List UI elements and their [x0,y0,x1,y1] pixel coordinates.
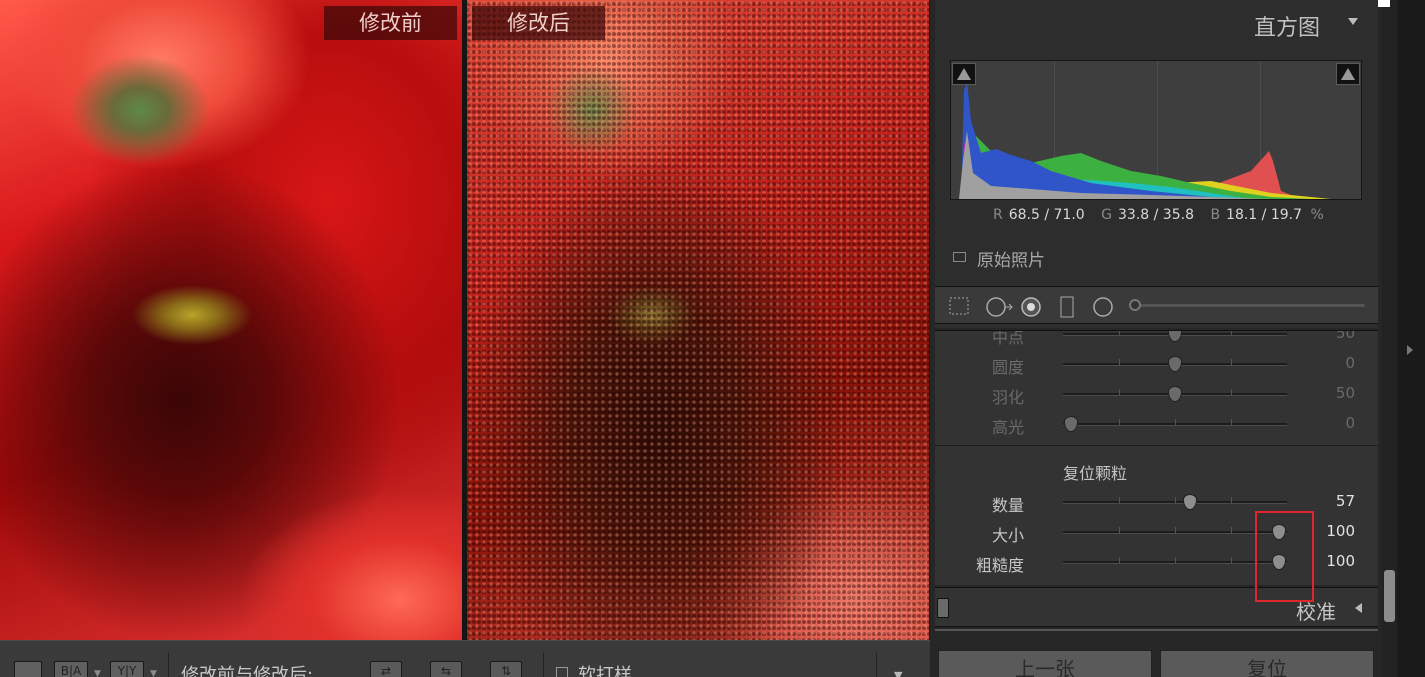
before-image[interactable] [0,0,462,640]
copy-before-to-after-button[interactable]: ⇄ [370,661,402,677]
brush-slider-track[interactable] [1135,304,1365,307]
r-label: R [993,207,1003,223]
yy-view-button[interactable]: Y|Y [110,661,144,677]
slider-track[interactable] [1063,554,1287,570]
toolbar-divider [543,653,544,677]
histogram-readout: R 68.5 / 71.0 G 33.8 / 35.8 B 18.1 / 19.7 % [993,207,1330,223]
slider-knob[interactable] [1168,331,1182,342]
g-value: 33.8 / 35.8 [1118,207,1194,223]
slider-value[interactable]: 50 [1295,384,1355,402]
vignette-highlights-row[interactable]: 高光 0 [935,412,1378,437]
slider-track[interactable] [1063,494,1287,510]
toolbar-divider [876,653,877,677]
histogram-panel: 直方图 R 68.5 / 71.0 G 33.8 / 35.8 B 18.1 / 19… [935,0,1378,328]
panel-end-divider [935,629,1378,631]
slider-knob[interactable] [1182,494,1197,510]
r-value: 68.5 / 71.0 [1008,207,1085,223]
toolbar-menu-chevron-icon[interactable]: ▼ [894,669,902,677]
slider-label: 高光 [991,418,1024,437]
annotation-highlight-box [1255,511,1314,602]
collapse-right-panel-icon[interactable] [1407,345,1413,355]
section-divider [935,445,1378,446]
vignette-roundness-row[interactable]: 圆度 0 [935,352,1378,377]
original-photo-checkbox[interactable] [953,252,966,262]
histogram-title[interactable]: 直方图 [1254,10,1320,42]
loupe-view-button[interactable] [14,661,42,677]
slider-knob[interactable] [1064,416,1078,432]
slider-track[interactable] [1063,356,1287,372]
soft-proof-label: 软打样 [578,665,632,677]
vignette-midpoint-row[interactable]: 中点 50 [935,331,1378,347]
slider-track[interactable] [1063,386,1287,402]
shadow-clipping-icon[interactable] [952,63,976,85]
histogram-chart[interactable] [950,60,1362,200]
slider-knob[interactable] [1168,386,1182,402]
slider-track[interactable] [1063,331,1287,342]
b-label: B [1210,207,1221,223]
chevron-down-icon[interactable]: ▼ [94,669,101,677]
slider-label: 羽化 [991,388,1024,407]
grain-title[interactable]: 复位颗粒 [1063,460,1127,484]
slider-label: 中点 [991,331,1024,347]
reset-button[interactable]: 复位 [1160,650,1374,677]
brush-slider-icon[interactable] [1129,299,1141,311]
slider-value[interactable]: 57 [1295,492,1355,510]
slider-label: 粗糙度 [975,556,1024,575]
swap-settings-button[interactable]: ⇅ [490,661,522,677]
toolbar-divider [168,653,169,677]
compare-label: 修改前与修改后: [181,665,314,677]
panel-scrollbar-thumb[interactable] [1384,570,1395,622]
spot-removal-icon[interactable] [985,296,1015,318]
red-eye-icon[interactable] [1020,296,1044,318]
histogram-curves [959,81,1331,199]
after-label: 修改后 [472,6,605,40]
b-value: 18.1 / 19.7 [1226,207,1303,223]
slider-value[interactable]: 0 [1295,414,1355,432]
slider-track[interactable] [1063,416,1287,432]
collapse-triangle-icon[interactable] [1348,18,1358,25]
slider-label: 圆度 [991,358,1024,377]
slider-value[interactable]: 0 [1295,354,1355,372]
before-label: 修改前 [324,6,457,40]
after-image[interactable] [467,0,929,640]
slider-label: 大小 [991,526,1024,545]
original-photo-label: 原始照片 [977,251,1045,271]
tool-strip [935,286,1378,324]
slider-knob[interactable] [1168,356,1182,372]
slider-value[interactable]: 50 [1295,331,1355,342]
chevron-down-icon[interactable]: ▼ [150,669,157,677]
graduated-filter-icon[interactable] [1060,296,1074,318]
panel-switch[interactable] [937,598,949,618]
copy-after-to-before-button[interactable]: ⇆ [430,661,462,677]
marquee-icon[interactable] [948,296,970,316]
slider-label: 数量 [991,496,1024,515]
expand-triangle-icon[interactable] [1355,603,1362,613]
before-after-split-button[interactable]: B|A [54,661,88,677]
percent-unit: % [1310,207,1324,223]
bottom-toolbar: B|A ▼ Y|Y ▼ 修改前与修改后: ⇄ ⇆ ⇅ 软打样 ▼ [0,640,930,677]
g-label: G [1101,207,1113,223]
soft-proof-checkbox[interactable] [556,667,568,677]
slider-track[interactable] [1063,524,1287,540]
vignette-sliders: 中点 50 圆度 0 羽化 50 高光 0 [935,331,1378,445]
previous-button[interactable]: 上一张 [938,650,1152,677]
vignette-feather-row[interactable]: 羽化 50 [935,382,1378,407]
highlight-clipping-icon[interactable] [1336,63,1360,85]
radial-filter-icon[interactable] [1092,296,1114,318]
